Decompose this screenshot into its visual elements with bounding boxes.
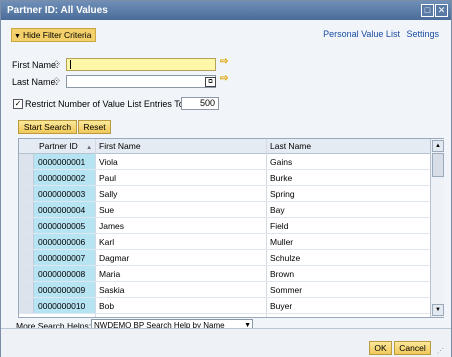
table-row[interactable]: 0000000009 Saskia Sommer [19,282,430,298]
last-name-cell: Muller [270,237,294,247]
partner-id-cell: 0000000010 [38,301,86,311]
start-search-button[interactable]: Start Search [18,120,77,134]
first-name-cell: Paul [99,173,117,183]
dialog-title: Partner ID: All Values [7,5,108,16]
first-name-cell: Sally [99,189,118,199]
text-cursor [70,60,71,69]
row-selector[interactable] [19,154,34,169]
last-name-cell: Buyer [270,301,293,311]
row-selector[interactable] [19,282,34,297]
row-selector[interactable] [19,170,34,185]
table-row[interactable]: 0000000010 Bob Buyer [19,298,430,314]
max-entries-input[interactable]: 500 [181,97,219,110]
value-help-dialog: Partner ID: All Values □ ✕ ▼ Hide Filter … [0,0,452,357]
partner-id-cell: 0000000003 [38,189,86,199]
close-icon[interactable]: ✕ [435,4,448,17]
partner-id-cell: 0000000007 [38,253,86,263]
column-partner-id-label: Partner ID [39,141,78,151]
title-bar[interactable]: Partner ID: All Values □ ✕ [1,1,451,20]
first-name-cell: Bob [99,301,115,311]
first-name-cell: Sue [99,205,115,215]
row-selector[interactable] [19,250,34,265]
reset-button[interactable]: Reset [78,120,111,134]
first-name-cell: Viola [99,157,118,167]
resize-grip-icon[interactable]: ⋰ [437,347,444,355]
column-last-name[interactable]: Last Name [270,141,311,151]
first-name-label: First Name: [12,60,59,70]
value-help-icon[interactable]: ⧉ [205,77,216,87]
results-table: Partner ID ▲ First Name Last Name 000000… [18,138,444,318]
scroll-down-icon[interactable]: ▼ [432,304,444,316]
diamond-icon: ◇ [53,75,60,85]
row-selector[interactable] [19,266,34,281]
diamond-icon: ◇ [53,58,60,68]
maximize-icon[interactable]: □ [421,4,434,17]
partner-id-cell: 0000000004 [38,205,86,215]
partner-id-cell: 0000000002 [38,173,86,183]
last-name-cell: Brown [270,269,295,279]
scroll-thumb[interactable] [432,153,444,177]
first-name-cell: Dagmar [99,253,130,263]
column-partner-id[interactable]: Partner ID ▲ [39,141,92,151]
partner-id-cell: 0000000001 [38,157,86,167]
table-row[interactable]: 0000000002 Paul Burke [19,170,430,186]
table-row[interactable]: 0000000005 James Field [19,218,430,234]
restrict-label: Restrict Number of Value List Entries To [25,99,184,109]
settings-link[interactable]: Settings [406,29,439,39]
partner-id-cell: 0000000005 [38,221,86,231]
last-name-label: Last Name: [12,77,59,87]
sort-ascending-icon[interactable]: ▲ [86,145,92,151]
table-row[interactable]: 0000000004 Sue Bay [19,202,430,218]
partner-id-cell: 0000000008 [38,269,86,279]
last-name-cell: Burke [270,173,293,183]
hide-filter-button[interactable]: ▼ Hide Filter Criteria [11,28,97,42]
first-name-cell: James [99,221,125,231]
last-name-cell: Sommer [270,285,303,295]
first-name-cell: Saskia [99,285,125,295]
row-selector[interactable] [19,218,34,233]
table-row[interactable]: 0000000008 Maria Brown [19,266,430,282]
table-row[interactable]: 0000000006 Karl Muller [19,234,430,250]
table-row[interactable]: 0000000001 Viola Gains [19,154,430,170]
go-arrow-icon[interactable]: ⇨ [220,56,228,67]
cancel-button[interactable]: Cancel [394,341,431,355]
table-row[interactable]: 0000000007 Dagmar Schulze [19,250,430,266]
scroll-up-icon[interactable]: ▲ [432,140,444,152]
last-name-input[interactable] [66,75,216,88]
row-selector[interactable] [19,202,34,217]
triangle-down-icon: ▼ [14,33,21,40]
first-name-cell: Maria [99,269,121,279]
column-first-name[interactable]: First Name [99,141,141,151]
last-name-cell: Bay [270,205,285,215]
row-selector[interactable] [19,298,34,313]
partner-id-cell: 0000000006 [38,237,86,247]
restrict-checkbox[interactable]: ✓ [13,99,23,109]
row-selector[interactable] [19,186,34,201]
first-name-input[interactable] [66,58,216,71]
table-header: Partner ID ▲ First Name Last Name [19,139,430,154]
dialog-body: ▼ Hide Filter Criteria Personal Value Lis… [1,20,451,347]
last-name-cell: Field [270,221,289,231]
row-selector[interactable] [19,234,34,249]
personal-value-list-link[interactable]: Personal Value List [323,29,400,39]
last-name-cell: Gains [270,157,293,167]
last-name-cell: Spring [270,189,295,199]
hide-filter-label: Hide Filter Criteria [22,30,92,40]
table-row[interactable]: 0000000003 Sally Spring [19,186,430,202]
last-name-cell: Schulze [270,253,301,263]
table-scrollbar[interactable]: ▲ ▼ [430,139,444,317]
partner-id-cell: 0000000009 [38,285,86,295]
ok-button[interactable]: OK [369,341,392,355]
top-links: Personal Value List Settings [319,29,439,39]
first-name-cell: Karl [99,237,115,247]
dialog-footer: OK Cancel ⋰ [1,328,451,357]
go-arrow-icon[interactable]: ⇨ [220,73,228,84]
